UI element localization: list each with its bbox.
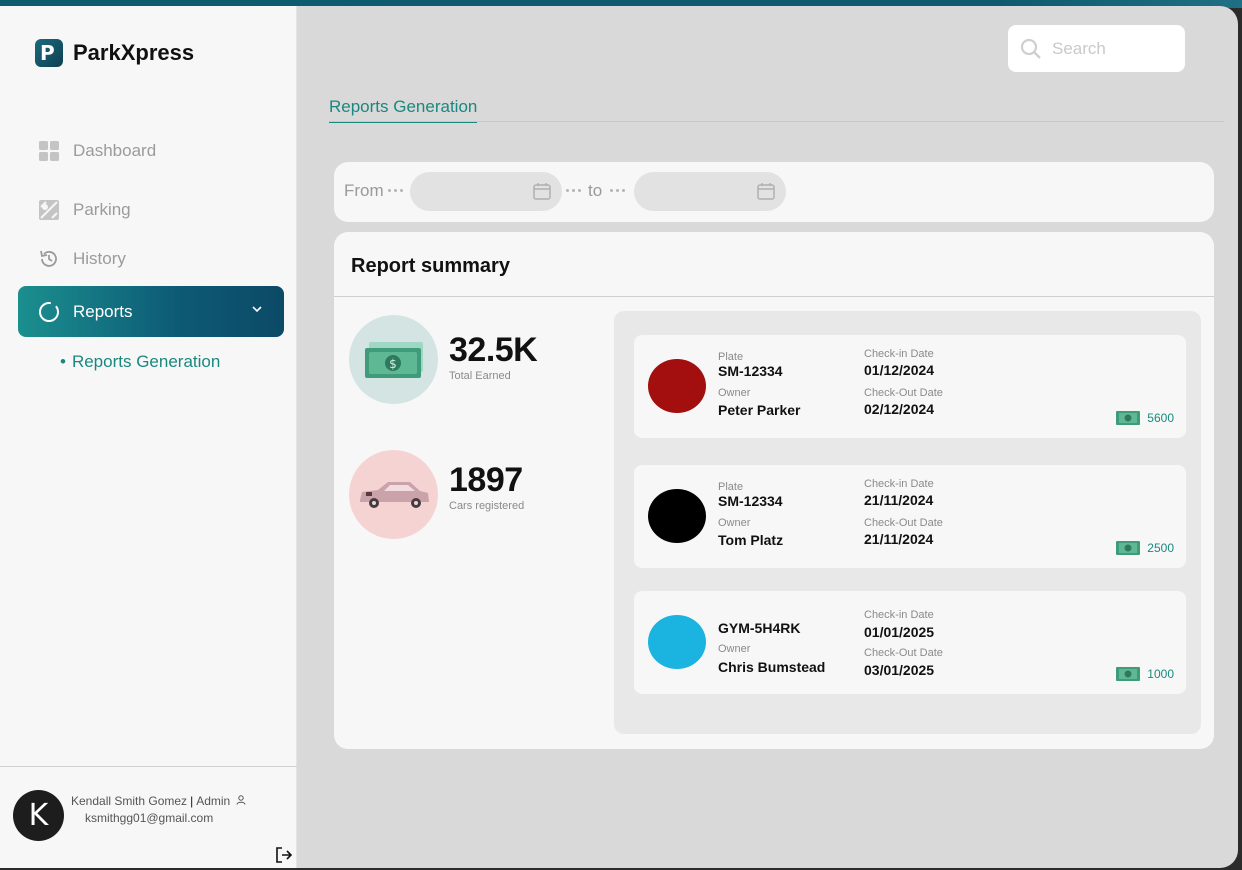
amount-value: 1000 <box>1147 667 1174 681</box>
divider <box>0 766 297 767</box>
sidebar-item-label: Parking <box>73 200 131 219</box>
brand: P ParkXpress <box>35 39 194 67</box>
sidebar-subitem-reports-generation[interactable]: Reports Generation <box>60 352 220 372</box>
from-label: From <box>344 181 384 200</box>
vehicle-color-dot <box>648 359 706 413</box>
dots-separator <box>610 189 625 192</box>
sidebar-item-label: Dashboard <box>73 141 157 160</box>
checkout-label: Check-Out Date <box>864 647 943 659</box>
sidebar-item-parking[interactable]: Parking <box>38 199 131 221</box>
checkout-value: 03/01/2025 <box>864 662 935 678</box>
amount: 1000 <box>1115 666 1174 682</box>
car-stat-icon-bg <box>349 450 438 539</box>
app-logo-icon: P <box>35 39 63 67</box>
amount-value: 5600 <box>1147 411 1174 425</box>
plate-value: GYM-5H4RK <box>718 620 801 636</box>
owner-value: Chris Bumstead <box>718 659 826 675</box>
from-date-input[interactable] <box>410 172 562 211</box>
sidebar-item-reports[interactable]: Reports <box>18 286 284 337</box>
vehicle-color-dot <box>648 489 706 543</box>
records-list: Plate SM-12334 Owner Peter Parker Check-… <box>614 311 1201 734</box>
owner-label: Owner <box>718 387 751 399</box>
checkin-label: Check-in Date <box>864 609 934 621</box>
tab-reports-generation[interactable]: Reports Generation <box>329 97 478 123</box>
sidebar-item-dashboard[interactable]: Dashboard <box>38 140 156 162</box>
calendar-icon <box>533 183 551 200</box>
money-icon <box>1116 411 1141 425</box>
report-summary-card: Report summary $ 32.5K Total Earned 1897… <box>334 232 1214 749</box>
sidebar-item-label: History <box>73 249 126 268</box>
plate-label: Plate <box>718 351 744 363</box>
checkout-label: Check-Out Date <box>864 517 943 529</box>
logout-icon[interactable] <box>275 846 293 864</box>
map-icon <box>39 200 59 220</box>
user-email: ksmithgg01@gmail.com <box>85 811 214 825</box>
sidebar-item-label: Reports <box>73 301 133 321</box>
date-filter-bar: From to <box>334 162 1214 222</box>
to-date-input[interactable] <box>634 172 786 211</box>
calendar-icon <box>757 183 775 200</box>
amount: 5600 <box>1115 410 1174 426</box>
owner-value: Tom Platz <box>718 532 784 548</box>
search-input[interactable] <box>1052 38 1172 59</box>
card-title: Report summary <box>351 255 510 277</box>
list-item[interactable]: Plate SM-12334 Owner Peter Parker Check-… <box>634 335 1186 438</box>
dots-separator <box>388 189 403 192</box>
owner-label: Owner <box>718 517 751 529</box>
checkin-label: Check-in Date <box>864 478 934 490</box>
search-box[interactable] <box>1008 25 1185 72</box>
checkout-label: Check-Out Date <box>864 387 943 399</box>
user-name: Kendall Smith Gomez <box>71 794 188 808</box>
app-name: ParkXpress <box>73 40 195 65</box>
dots-separator <box>566 189 581 192</box>
avatar: K <box>13 790 64 841</box>
checkin-value: 21/11/2024 <box>864 492 934 508</box>
sidebar: P ParkXpress Dashboard Parking History R… <box>0 6 297 868</box>
user-icon <box>236 795 246 805</box>
cars-registered-value: 1897 <box>449 461 523 499</box>
search-icon <box>1020 38 1041 59</box>
list-item[interactable]: Plate SM-12334 Owner Tom Platz Check-in … <box>634 465 1186 568</box>
amount: 2500 <box>1115 540 1174 556</box>
money-icon <box>1116 541 1141 555</box>
owner-label: Owner <box>718 643 751 655</box>
money-stat-icon-bg: $ <box>349 315 438 404</box>
reports-icon <box>39 301 59 322</box>
tab-divider <box>329 121 1224 122</box>
sidebar-item-history[interactable]: History <box>38 248 126 270</box>
checkin-value: 01/01/2025 <box>864 624 935 640</box>
checkin-value: 01/12/2024 <box>864 362 935 378</box>
svg-text:$: $ <box>389 357 397 371</box>
dashboard-icon <box>39 141 59 161</box>
plate-value: SM-12334 <box>718 493 783 509</box>
chevron-down-icon <box>252 306 262 313</box>
list-item[interactable]: GYM-5H4RK Owner Chris Bumstead Check-in … <box>634 591 1186 694</box>
total-earned-value: 32.5K <box>449 331 538 369</box>
plate-label: Plate <box>718 481 744 493</box>
owner-value: Peter Parker <box>718 402 801 418</box>
total-earned-label: Total Earned <box>449 370 511 382</box>
plate-value: SM-12334 <box>718 363 783 379</box>
vehicle-color-dot <box>648 615 706 669</box>
car-icon <box>359 481 429 508</box>
user-info: Kendall Smith Gomez | Admin <box>71 794 246 808</box>
amount-value: 2500 <box>1147 541 1174 555</box>
to-label: to <box>588 181 603 200</box>
user-role: Admin <box>196 794 231 808</box>
app-window: P ParkXpress Dashboard Parking History R… <box>0 6 1238 868</box>
checkout-value: 21/11/2024 <box>864 531 934 547</box>
checkin-label: Check-in Date <box>864 348 934 360</box>
checkout-value: 02/12/2024 <box>864 401 935 417</box>
history-icon <box>40 250 57 267</box>
money-icon <box>1116 667 1141 681</box>
money-icon: $ <box>364 341 423 378</box>
divider <box>334 296 1214 297</box>
cars-registered-label: Cars registered <box>449 500 525 512</box>
